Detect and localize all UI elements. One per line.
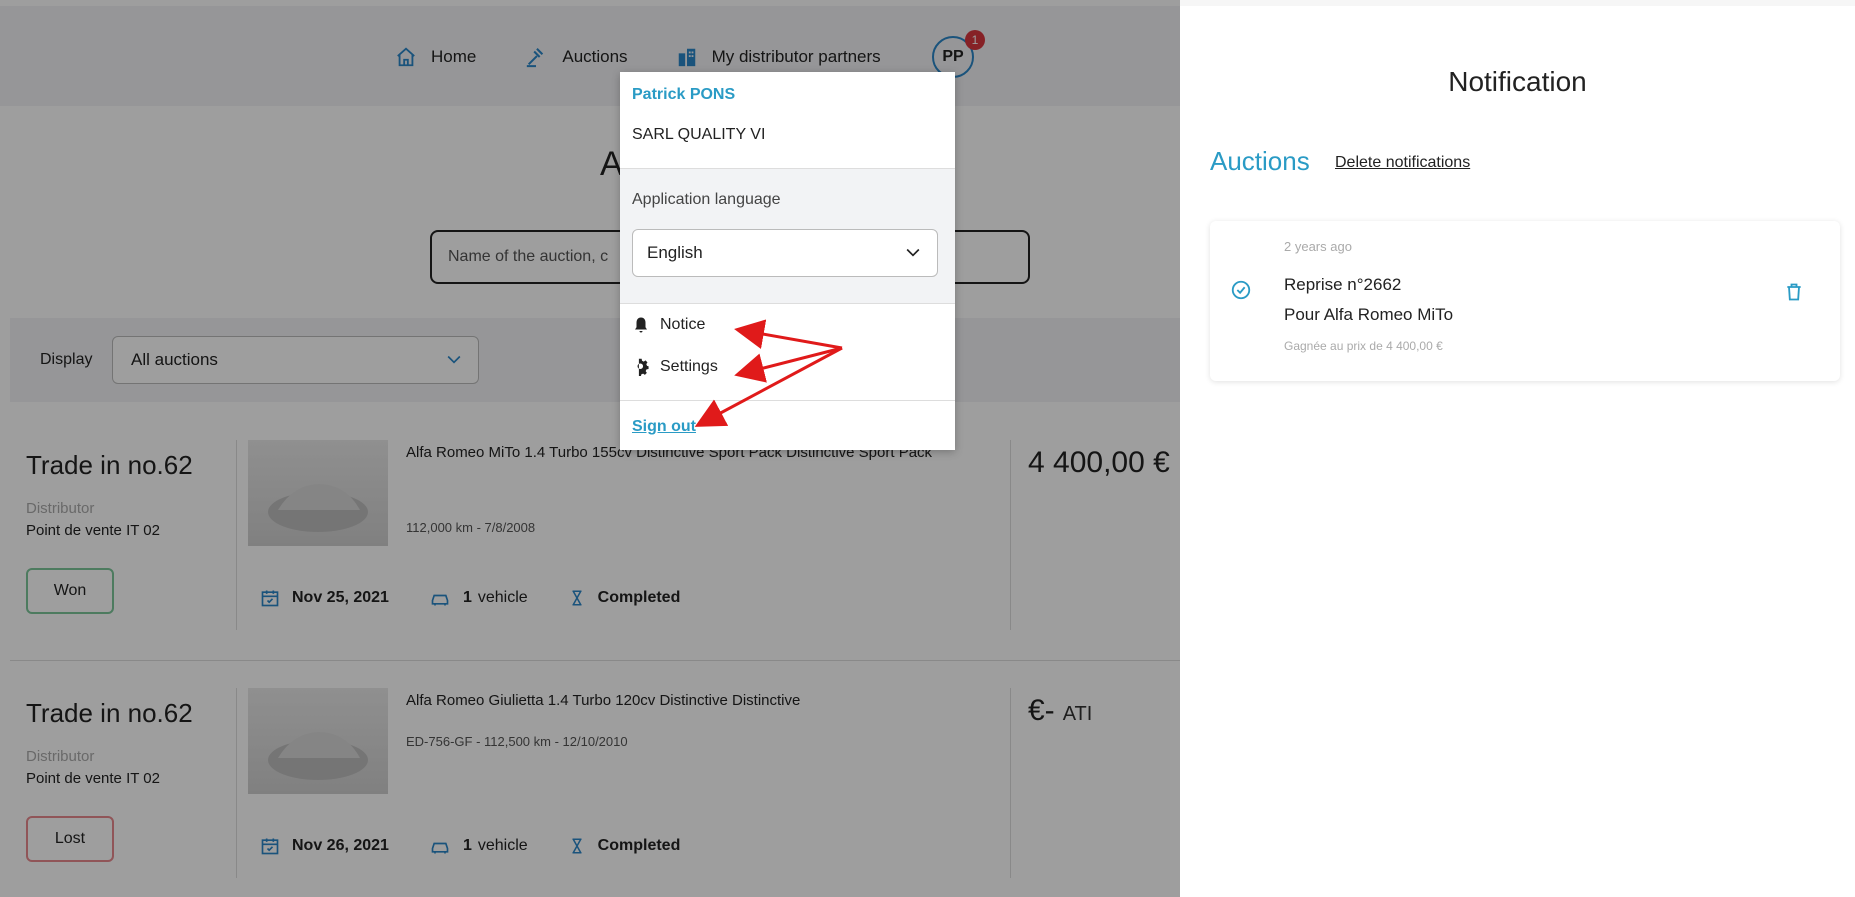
trash-icon[interactable] (1784, 281, 1804, 303)
language-section: Application language English (620, 168, 955, 304)
notification-subtitle: Pour Alfa Romeo MiTo (1284, 305, 1454, 324)
notification-item[interactable]: 2 years ago Reprise n°2662 Pour Alfa Rom… (1210, 221, 1840, 381)
settings-label: Settings (660, 358, 718, 375)
notification-panel-title: Notification (1448, 66, 1587, 97)
user-menu-dropdown: Patrick PONS SARL QUALITY VI Application… (620, 72, 955, 450)
company-name: SARL QUALITY VI (632, 126, 766, 143)
menu-item-settings[interactable]: Settings (632, 358, 718, 376)
user-name: Patrick PONS (632, 86, 736, 103)
notice-label: Notice (660, 316, 706, 333)
sign-out-link[interactable]: Sign out (632, 418, 696, 436)
bell-icon (635, 317, 647, 333)
notification-title: Reprise n°2662 (1284, 275, 1402, 294)
notification-detail: Gagnée au prix de 4 400,00 € (1284, 339, 1443, 353)
chevron-down-icon (906, 248, 920, 257)
language-value: English (647, 243, 703, 262)
notification-panel: Notification Auctions Delete notificatio… (1180, 0, 1855, 897)
gear-icon (637, 358, 649, 376)
notification-section-title: Auctions (1210, 146, 1310, 176)
language-label: Application language (632, 191, 781, 208)
modal-overlay[interactable] (0, 0, 1180, 897)
language-select[interactable]: English (632, 229, 938, 277)
notification-time: 2 years ago (1284, 239, 1352, 254)
check-circle-icon (1231, 280, 1251, 300)
menu-divider (620, 400, 955, 401)
menu-item-notice[interactable]: Notice (632, 316, 705, 334)
delete-notifications-link[interactable]: Delete notifications (1335, 154, 1470, 172)
